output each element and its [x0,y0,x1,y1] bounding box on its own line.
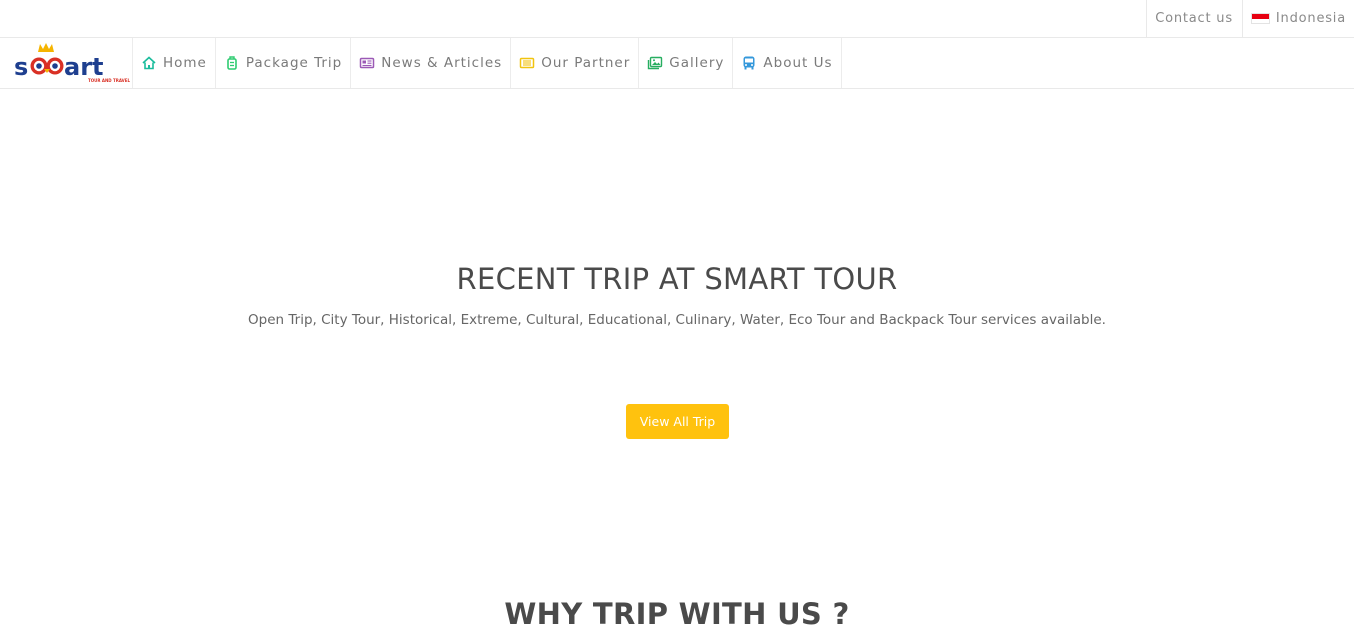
logo-tagline: TOUR AND TRAVEL [88,78,130,83]
nav-news-articles-label: News & Articles [381,55,503,71]
newspaper-icon [359,55,375,71]
nav-about-us[interactable]: About Us [732,38,842,88]
view-all-trip-button[interactable]: View All Trip [626,404,729,439]
bus-icon [741,55,757,71]
home-icon [141,55,157,71]
top-links: Contact us Indonesia [1146,0,1354,37]
why-trip-title: WHY TRIP WITH US ? [504,597,850,630]
top-bar: Contact us Indonesia [0,0,1354,38]
luggage-icon [224,55,240,71]
contact-us-label: Contact us [1155,11,1233,26]
nav-gallery-label: Gallery [669,55,725,71]
nav-our-partner-label: Our Partner [541,55,631,71]
hero-title: RECENT TRIP AT SMART TOUR [456,262,898,296]
nav-gallery[interactable]: Gallery [638,38,732,88]
id-card-icon [519,55,535,71]
language-selector[interactable]: Indonesia [1241,0,1354,37]
hero-subtitle: Open Trip, City Tour, Historical, Extrem… [248,312,1106,328]
nav-home[interactable]: Home [132,38,215,88]
images-icon [647,55,663,71]
nav-package-trip-label: Package Trip [245,55,343,71]
main-nav: s art TOUR AND TRAVEL Home Package Trip [0,38,1354,89]
smart-logo-icon: s art TOUR AND TRAVEL [14,43,130,83]
nav-about-us-label: About Us [763,55,833,71]
contact-us-link[interactable]: Contact us [1146,0,1242,37]
svg-text:s: s [14,53,28,81]
view-all-trip-label: View All Trip [639,414,716,429]
nav-our-partner[interactable]: Our Partner [510,38,638,88]
language-label: Indonesia [1275,11,1346,26]
nav-news-articles[interactable]: News & Articles [350,38,510,88]
indonesia-flag-icon [1250,13,1270,24]
nav-home-label: Home [163,55,207,71]
svg-text:art: art [64,53,104,81]
nav-package-trip[interactable]: Package Trip [214,38,350,88]
brand-logo[interactable]: s art TOUR AND TRAVEL [0,38,132,88]
